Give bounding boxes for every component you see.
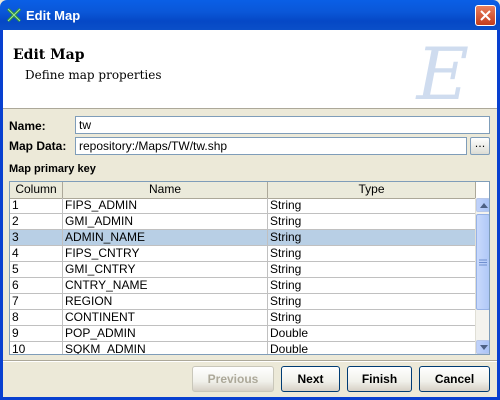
cell-column: 6 [10,278,63,293]
column-header-column[interactable]: Column [10,182,63,198]
next-button[interactable]: Next [281,366,340,392]
cell-column: 3 [10,230,63,245]
primary-key-table[interactable]: Column Name Type 1 FIPS_ADMIN String 2 GMI_A… [9,181,490,355]
title-bar[interactable]: Edit Map [0,0,500,30]
column-header-type[interactable]: Type [268,182,476,198]
cell-name: GMI_ADMIN [63,214,268,229]
button-separator [3,360,497,362]
column-header-name[interactable]: Name [63,182,268,198]
cell-name: REGION [63,294,268,309]
cell-column: 9 [10,326,63,341]
name-input[interactable]: tw [75,116,490,134]
app-icon [6,7,22,23]
table-header: Column Name Type [10,182,476,199]
cell-type: String [268,246,476,261]
cell-name: SQKM_ADMIN [63,342,268,354]
table-row[interactable]: 6 CNTRY_NAME String [10,278,476,294]
cell-column: 2 [10,214,63,229]
cell-type: String [268,198,476,213]
close-icon [480,10,491,21]
cell-name: POP_ADMIN [63,326,268,341]
header-watermark-icon: E [416,32,469,116]
table-row[interactable]: 2 GMI_ADMIN String [10,214,476,230]
cell-type: String [268,278,476,293]
cell-type: String [268,262,476,277]
cell-name: CONTINENT [63,310,268,325]
cell-name: CNTRY_NAME [63,278,268,293]
table-row[interactable]: 9 POP_ADMIN Double [10,326,476,342]
previous-button[interactable]: Previous [192,366,274,392]
cell-column: 4 [10,246,63,261]
cell-column: 7 [10,294,63,309]
table-row[interactable]: 1 FIPS_ADMIN String [10,198,476,214]
table-row[interactable]: 3 ADMIN_NAME String [10,230,476,246]
cell-type: String [268,294,476,309]
cell-column: 1 [10,198,63,213]
cell-name: FIPS_ADMIN [63,198,268,213]
table-row[interactable]: 10 SQKM_ADMIN Double [10,342,476,354]
chevron-up-icon [480,203,488,208]
cell-column: 8 [10,310,63,325]
cell-name: FIPS_CNTRY [63,246,268,261]
cell-column: 5 [10,262,63,277]
cell-type: Double [268,342,476,354]
mapdata-input[interactable]: repository:/Maps/TW/tw.shp [75,137,467,155]
scroll-up-button[interactable] [476,198,489,212]
table-scrollbar[interactable] [475,198,489,354]
name-label: Name: [9,119,46,133]
scroll-down-button[interactable] [476,340,489,354]
cell-name: GMI_CNTRY [63,262,268,277]
table-row[interactable]: 5 GMI_CNTRY String [10,262,476,278]
header-title: Edit Map [13,47,85,63]
table-row[interactable]: 4 FIPS_CNTRY String [10,246,476,262]
cell-type: String [268,214,476,229]
mapdata-label: Map Data: [9,139,67,153]
cancel-button[interactable]: Cancel [419,366,490,392]
cell-type: String [268,230,476,245]
table-row[interactable]: 7 REGION String [10,294,476,310]
cell-type: String [268,310,476,325]
wizard-header: Edit Map Define map properties E [3,30,497,116]
finish-button[interactable]: Finish [347,366,412,392]
cell-name: ADMIN_NAME [63,230,268,245]
browse-button[interactable]: ... [470,137,490,155]
chevron-down-icon [480,345,488,350]
scroll-thumb[interactable] [476,214,489,310]
window-title: Edit Map [26,8,81,23]
primary-key-label: Map primary key [9,163,96,175]
cell-column: 10 [10,342,63,354]
table-body: 1 FIPS_ADMIN String 2 GMI_ADMIN String 3 ADMIN_… [10,198,476,354]
header-subtitle: Define map properties [25,68,162,82]
close-button[interactable] [475,5,496,26]
table-row[interactable]: 8 CONTINENT String [10,310,476,326]
cell-type: Double [268,326,476,341]
grip-icon [479,259,487,266]
